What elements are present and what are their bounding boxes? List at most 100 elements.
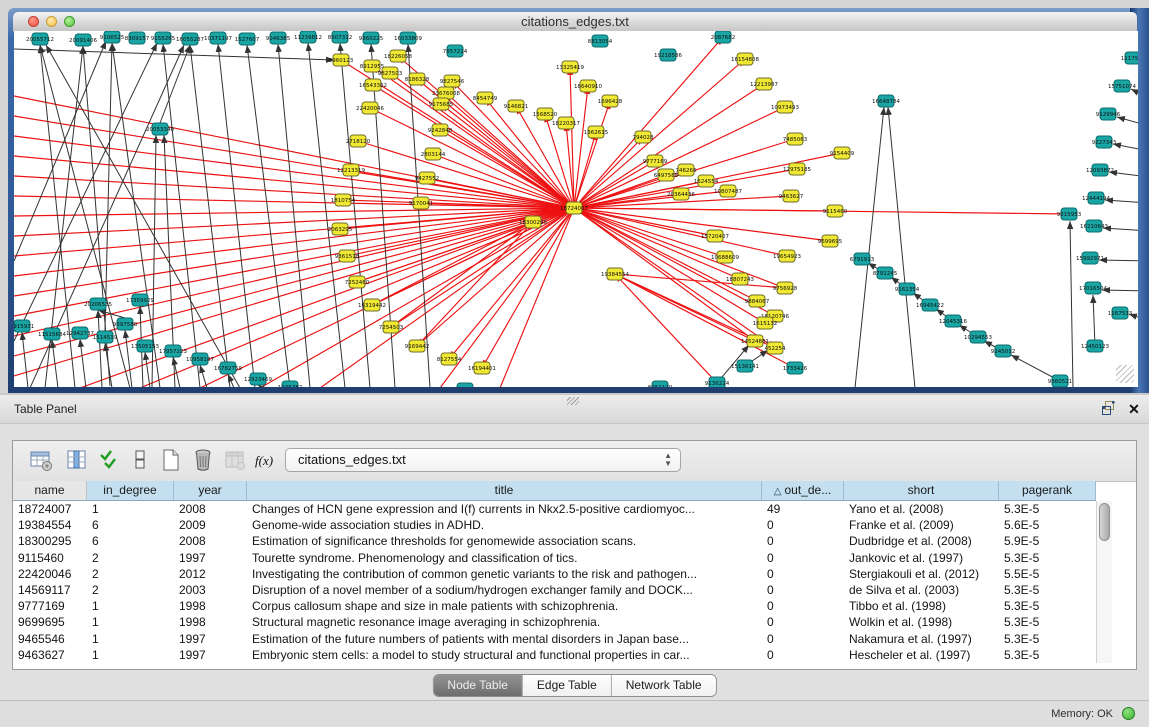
cell-out_degree[interactable]: 0 (762, 517, 844, 533)
table-row[interactable]: 911546021997Tourette syndrome. Phenomeno… (13, 550, 1096, 566)
graph-node[interactable]: 9161354 (895, 283, 920, 295)
cell-year[interactable]: 1997 (174, 647, 247, 663)
cell-in_degree[interactable]: 1 (87, 631, 174, 647)
graph-node[interactable]: 20206535 (84, 298, 112, 310)
table-selector-dropdown[interactable]: citations_edges.txt ▲▼ (285, 448, 681, 472)
graph-node[interactable]: 8454749 (473, 92, 498, 104)
cell-out_degree[interactable]: 0 (762, 582, 844, 598)
graph-node[interactable]: 16648784 (872, 95, 900, 107)
graph-node[interactable]: 16543362 (359, 79, 387, 91)
column-header-year[interactable]: year (174, 481, 247, 501)
table-row[interactable]: 1830029562008Estimation of significance … (13, 533, 1096, 549)
graph-node[interactable]: 9242848 (428, 124, 453, 136)
graph-node[interactable]: 9155265 (151, 32, 176, 44)
cell-title[interactable]: Estimation of the future numbers of pati… (247, 631, 762, 647)
cell-out_degree[interactable]: 49 (762, 501, 844, 517)
cell-in_degree[interactable]: 6 (87, 533, 174, 549)
cell-out_degree[interactable]: 0 (762, 631, 844, 647)
cell-pagerank[interactable]: 5.3E-5 (999, 501, 1096, 517)
graph-node[interactable]: 20053340 (146, 123, 174, 135)
graph-node[interactable]: 6791913 (850, 253, 875, 265)
graph-node[interactable]: 9215953 (1057, 208, 1082, 220)
graph-node[interactable]: 17359929 (126, 294, 154, 306)
graph-node[interactable]: 2063295 (328, 223, 353, 235)
canvas-resize-grip[interactable] (1116, 365, 1134, 383)
table-row[interactable]: 969969511998Structural magnetic resonanc… (13, 614, 1096, 630)
graph-node[interactable]: 9756928 (773, 282, 798, 294)
graph-node[interactable]: 9361518 (335, 250, 360, 262)
cell-out_degree[interactable]: 0 (762, 614, 844, 630)
graph-node[interactable]: 9169442 (405, 340, 430, 352)
cell-pagerank[interactable]: 5.9E-5 (999, 533, 1096, 549)
cell-in_degree[interactable]: 2 (87, 550, 174, 566)
graph-node[interactable]: 10807487 (714, 185, 742, 197)
graph-node[interactable]: 20055712 (26, 33, 54, 45)
cell-name[interactable]: 9465546 (13, 631, 87, 647)
graph-node[interactable]: 1167533 (1108, 307, 1133, 319)
citation-network-graph[interactable]: 1872400718300295193845548960123891295518… (14, 31, 1138, 387)
graph-node[interactable]: 10371197 (204, 32, 232, 44)
cell-short[interactable]: Hescheler et al. (1997) (844, 647, 999, 663)
cell-name[interactable]: 18300295 (13, 533, 87, 549)
graph-node[interactable]: 18220317 (552, 117, 580, 129)
cell-title[interactable]: Structural magnetic resonance image aver… (247, 614, 762, 630)
cell-pagerank[interactable]: 5.6E-5 (999, 517, 1096, 533)
cell-name[interactable]: 22420046 (13, 566, 87, 582)
cell-name[interactable]: 9777169 (13, 598, 87, 614)
cell-year[interactable]: 2008 (174, 501, 247, 517)
vertical-scrollbar[interactable] (1096, 501, 1112, 663)
graph-node[interactable]: 9106525 (100, 31, 125, 43)
graph-node[interactable]: 9136224 (705, 377, 730, 387)
cell-out_degree[interactable]: 0 (762, 566, 844, 582)
cell-name[interactable]: 19384554 (13, 517, 87, 533)
tab-node-table[interactable]: Node Table (433, 675, 522, 696)
cell-title[interactable]: Corpus callosum shape and size in male p… (247, 598, 762, 614)
graph-node[interactable]: 12444194 (1082, 192, 1110, 204)
graph-node[interactable]: 1514519 (93, 331, 118, 343)
cell-year[interactable]: 1997 (174, 550, 247, 566)
cell-short[interactable]: Stergiakouli et al. (2012) (844, 566, 999, 582)
network-window-titlebar[interactable]: citations_edges.txt (13, 12, 1137, 32)
cell-pagerank[interactable]: 5.3E-5 (999, 582, 1096, 598)
cell-title[interactable]: Investigating the contribution of common… (247, 566, 762, 582)
cell-in_degree[interactable]: 1 (87, 598, 174, 614)
graph-node[interactable]: 16194401 (468, 362, 496, 374)
cell-title[interactable]: Disruption of a novel member of a sodium… (247, 582, 762, 598)
cell-name[interactable]: 9115460 (13, 550, 87, 566)
cell-pagerank[interactable]: 5.5E-5 (999, 566, 1096, 582)
cell-name[interactable]: 14569117 (13, 582, 87, 598)
graph-node[interactable]: 8186328 (405, 73, 430, 85)
graph-node[interactable]: 8607312 (328, 31, 353, 43)
graph-node[interactable]: 746266 (676, 164, 697, 176)
cell-year[interactable]: 1997 (174, 631, 247, 647)
cell-pagerank[interactable]: 5.3E-5 (999, 631, 1096, 647)
close-icon[interactable]: ✕ (1125, 400, 1143, 418)
cell-name[interactable]: 9463627 (13, 647, 87, 663)
graph-node[interactable]: 7252460 (345, 276, 370, 288)
graph-node[interactable]: 1568520 (533, 108, 558, 120)
cell-pagerank[interactable]: 5.3E-5 (999, 614, 1096, 630)
float-window-icon[interactable] (1100, 400, 1118, 418)
cell-title[interactable]: Embryonic stem cells: a model to study s… (247, 647, 762, 663)
cell-name[interactable]: 18724007 (13, 501, 87, 517)
rows-icon[interactable] (127, 447, 153, 473)
column-header-name[interactable]: name (13, 481, 87, 501)
cell-short[interactable]: Franke et al. (2009) (844, 517, 999, 533)
cell-short[interactable]: de Silva et al. (2003) (844, 582, 999, 598)
cell-title[interactable]: Estimation of significance thresholds fo… (247, 533, 762, 549)
graph-node[interactable]: 8813054 (588, 35, 613, 47)
cell-year[interactable]: 1998 (174, 598, 247, 614)
graph-node[interactable]: 7485063 (783, 133, 808, 145)
cell-title[interactable]: Tourette syndrome. Phenomenology and cla… (247, 550, 762, 566)
graph-node[interactable]: 17016504 (1079, 282, 1107, 294)
cell-in_degree[interactable]: 6 (87, 517, 174, 533)
table-row[interactable]: 946554611997Estimation of the future num… (13, 631, 1096, 647)
memory-ok-indicator-icon[interactable] (1122, 707, 1135, 720)
graph-node[interactable]: 12045316 (939, 315, 967, 327)
graph-node[interactable]: 8309157 (125, 32, 150, 44)
graph-node[interactable]: 9227343 (1092, 136, 1117, 148)
column-header-short[interactable]: short (844, 481, 999, 501)
column-header-title[interactable]: title (247, 481, 762, 501)
graph-node[interactable]: 10958187 (186, 353, 214, 365)
cell-short[interactable]: Nakamura et al. (1997) (844, 631, 999, 647)
